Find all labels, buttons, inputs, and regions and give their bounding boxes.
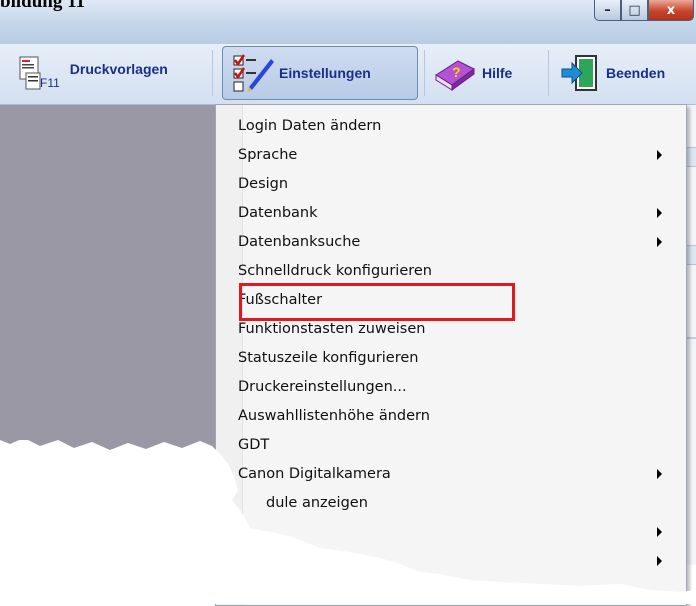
settings-checklist-icon [231, 53, 274, 93]
toolbar-label-druckvorlagen: Druckvorlagen [69, 61, 168, 77]
submenu-arrow-icon [657, 149, 662, 160]
maximize-button[interactable]: □ [621, 0, 648, 21]
toolbar-button-hilfe[interactable]: ? Hilfe [432, 46, 542, 100]
menu-item-design[interactable]: Design [238, 169, 678, 198]
toolbar-label-hilfe: Hilfe [482, 65, 513, 81]
menu-item-label: Funktionstasten zuweisen [238, 320, 426, 337]
menu-item-label: Auswahllistenhöhe ändern [238, 407, 430, 424]
toolbar-button-beenden[interactable]: Beenden [560, 46, 694, 100]
menu-item-label: Schnelldruck konfigurieren [238, 262, 433, 279]
figure-caption: bildung 11 [0, 0, 86, 12]
toolbar-separator [212, 50, 213, 96]
menu-item-statuszeile[interactable]: Statuszeile konfigurieren [238, 343, 678, 372]
menu-item-sprache[interactable]: Sprache [238, 140, 678, 169]
menu-item-schnelldruck[interactable]: Schnelldruck konfigurieren [238, 256, 678, 285]
help-book-icon: ? [432, 53, 476, 93]
menu-item-label: Login Daten ändern [238, 117, 382, 134]
close-button[interactable]: x [648, 0, 694, 21]
menu-item-label: Design [238, 175, 289, 192]
toolbar-separator [548, 50, 549, 96]
menu-item-datenbanksuche[interactable]: Datenbanksuche [238, 227, 678, 256]
menu-item-druckereinstellungen[interactable]: Druckereinstellungen... [238, 372, 678, 401]
menu-item-datenbank[interactable]: Datenbank [238, 198, 678, 227]
toolbar-label-beenden: Beenden [606, 65, 666, 81]
highlight-box [239, 283, 515, 321]
torn-paper-edge [0, 440, 696, 604]
window-controls: – □ x [594, 0, 694, 22]
toolbar-label-einstellungen: Einstellungen [279, 65, 371, 81]
menu-item-label: Datenbank [238, 204, 318, 221]
minimize-button[interactable]: – [594, 0, 621, 21]
print-template-icon [18, 53, 58, 93]
exit-door-icon [560, 53, 600, 93]
window-titlebar: – □ x [0, 0, 696, 44]
toolbar-button-druckvorlagen[interactable]: F11 Druckvorlagen [18, 46, 208, 100]
main-toolbar: F11 Druckvorlagen Einstellungen ? Hilfe … [0, 44, 696, 105]
svg-text:?: ? [452, 64, 461, 80]
menu-item-label: Statuszeile konfigurieren [238, 349, 419, 366]
menu-item-login-daten[interactable]: Login Daten ändern [238, 111, 678, 140]
menu-item-label: Druckereinstellungen... [238, 378, 407, 395]
menu-item-label: Datenbanksuche [238, 233, 361, 250]
submenu-arrow-icon [657, 207, 662, 218]
menu-item-auswahllistenhoehe[interactable]: Auswahllistenhöhe ändern [238, 401, 678, 430]
toolbar-button-einstellungen[interactable]: Einstellungen [222, 46, 418, 100]
menu-item-label: Sprache [238, 146, 298, 163]
toolbar-separator [424, 50, 425, 96]
submenu-arrow-icon [657, 236, 662, 247]
